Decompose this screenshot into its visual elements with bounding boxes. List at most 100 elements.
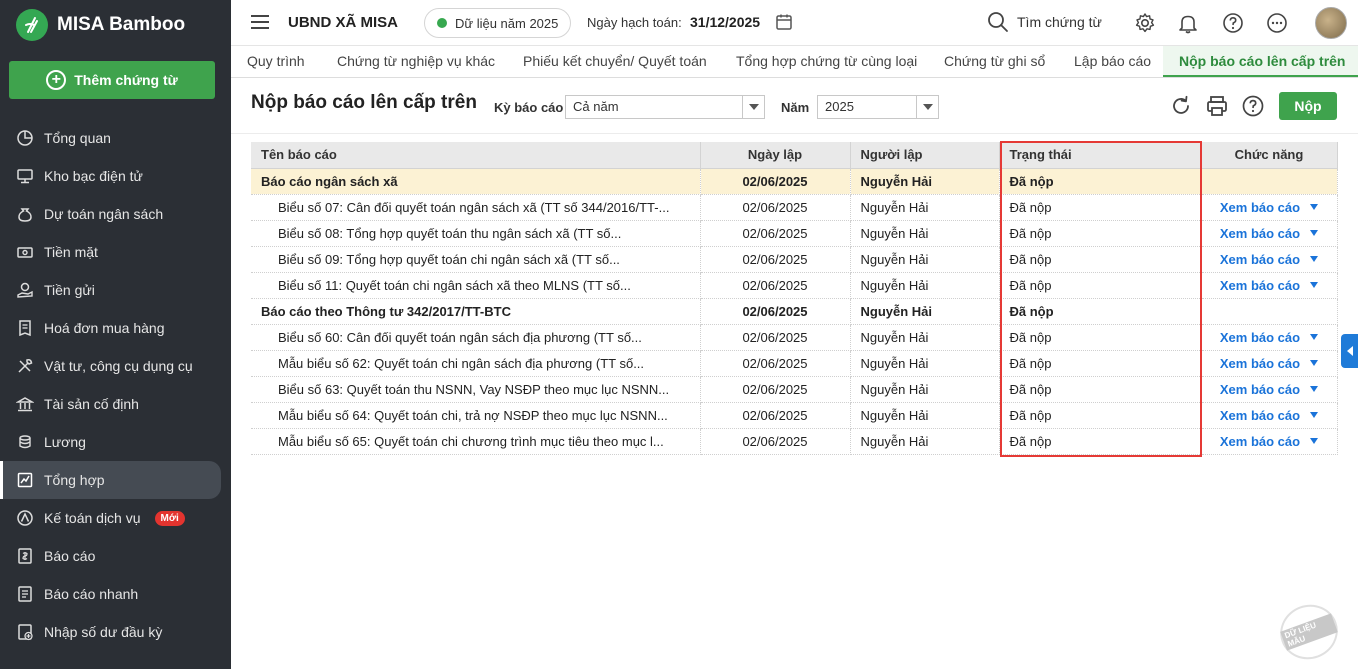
sidebar-item-2[interactable]: Dự toán ngân sách: [0, 195, 231, 233]
service-icon: [17, 510, 33, 526]
chevron-down-icon[interactable]: [1310, 282, 1319, 288]
chevron-down-icon[interactable]: [1310, 334, 1319, 340]
bell-icon[interactable]: [1177, 12, 1199, 34]
organization-name[interactable]: UBND XÃ MISA: [288, 14, 398, 31]
table-row[interactable]: Biểu số 60: Cân đối quyết toán ngân sách…: [251, 324, 1338, 351]
sidebar: MISA Bamboo + Thêm chứng từ Tổng quan Kho…: [0, 0, 231, 669]
tab-0[interactable]: Quy trình: [247, 46, 305, 77]
chevron-down-icon[interactable]: [1310, 412, 1319, 418]
col-header-creator[interactable]: Người lập: [850, 142, 1000, 169]
table-row[interactable]: Mẫu biểu số 64: Quyết toán chi, trả nợ N…: [251, 402, 1338, 429]
tab-5[interactable]: Lập báo cáo: [1074, 46, 1151, 77]
view-report-link[interactable]: Xem báo cáo: [1220, 252, 1319, 267]
table-row[interactable]: Biểu số 08: Tổng hợp quyết toán thu ngân…: [251, 220, 1338, 247]
search-voucher[interactable]: Tìm chứng từ: [987, 11, 1102, 33]
side-panel-toggle[interactable]: [1341, 334, 1358, 368]
sidebar-item-7[interactable]: Tài sản cố định: [0, 385, 231, 423]
created-date: 02/06/2025: [700, 350, 851, 377]
sidebar-item-label: Vật tư, công cụ dụng cụ: [44, 358, 193, 374]
chevron-down-icon[interactable]: [1310, 386, 1319, 392]
table-row[interactable]: Biểu số 11: Quyết toán chi ngân sách xã …: [251, 272, 1338, 299]
view-report-link[interactable]: Xem báo cáo: [1220, 330, 1319, 345]
chevron-down-icon[interactable]: [1310, 360, 1319, 366]
created-date: 02/06/2025: [700, 402, 851, 429]
tab-2[interactable]: Phiếu kết chuyển/ Quyết toán: [523, 46, 707, 77]
sidebar-item-label: Tiền gửi: [44, 282, 95, 298]
menu-icon[interactable]: [251, 15, 269, 29]
sidebar-item-0[interactable]: Tổng quan: [0, 119, 231, 157]
avatar[interactable]: [1315, 7, 1347, 39]
sidebar-item-9[interactable]: Tổng hợp: [0, 461, 221, 499]
chevron-down-icon[interactable]: [916, 96, 938, 118]
chevron-down-icon[interactable]: [1310, 438, 1319, 444]
year-select[interactable]: 2025: [817, 95, 939, 119]
help-icon[interactable]: [1241, 94, 1265, 118]
col-header-status[interactable]: Trạng thái: [999, 142, 1202, 169]
table-row[interactable]: Mẫu biểu số 65: Quyết toán chi chương tr…: [251, 428, 1338, 455]
submit-button[interactable]: Nộp: [1279, 92, 1337, 120]
view-report-link[interactable]: Xem báo cáo: [1220, 382, 1319, 397]
brand[interactable]: MISA Bamboo: [0, 0, 231, 50]
created-date: 02/06/2025: [700, 376, 851, 403]
report-name: Biểu số 11: Quyết toán chi ngân sách xã …: [251, 272, 701, 299]
chevron-down-icon[interactable]: [1310, 256, 1319, 262]
sidebar-item-4[interactable]: Tiền gửi: [0, 271, 231, 309]
view-report-link[interactable]: Xem báo cáo: [1220, 356, 1319, 371]
more-options-icon[interactable]: [1266, 12, 1288, 34]
actions-cell: [1201, 298, 1338, 325]
sidebar-item-8[interactable]: Lương: [0, 423, 231, 461]
view-report-link[interactable]: Xem báo cáo: [1220, 226, 1319, 241]
gear-icon[interactable]: [1134, 12, 1156, 34]
table-row[interactable]: Mẫu biểu số 62: Quyết toán chi ngân sách…: [251, 350, 1338, 377]
tab-4[interactable]: Chứng từ ghi sổ: [944, 46, 1045, 77]
col-header-name[interactable]: Tên báo cáo: [251, 142, 701, 169]
sidebar-item-3[interactable]: Tiền mặt: [0, 233, 231, 271]
created-date: 02/06/2025: [700, 194, 851, 221]
new-badge: Mới: [154, 510, 185, 526]
tab-1[interactable]: Chứng từ nghiệp vụ khác: [337, 46, 495, 77]
sidebar-item-5[interactable]: Hoá đơn mua hàng: [0, 309, 231, 347]
report-icon: [18, 548, 32, 564]
add-voucher-button[interactable]: + Thêm chứng từ: [9, 61, 215, 99]
pie-chart-icon: [17, 130, 33, 146]
table-row[interactable]: Biểu số 07: Cân đối quyết toán ngân sách…: [251, 194, 1338, 221]
page-title: Nộp báo cáo lên cấp trên: [251, 92, 477, 113]
created-date: 02/06/2025: [700, 168, 851, 195]
view-report-link[interactable]: Xem báo cáo: [1220, 434, 1319, 449]
chevron-down-icon[interactable]: [1310, 230, 1319, 236]
actions-cell: Xem báo cáo: [1201, 272, 1338, 299]
chevron-down-icon[interactable]: [742, 96, 764, 118]
view-report-link[interactable]: Xem báo cáo: [1219, 277, 1319, 293]
cash-icon: [17, 247, 33, 258]
period-select[interactable]: Cả năm: [565, 95, 765, 119]
table-row[interactable]: Báo cáo theo Thông tư 342/2017/TT-BTC 02/…: [251, 298, 1338, 325]
table-row[interactable]: Biểu số 09: Tổng hợp quyết toán chi ngân…: [251, 246, 1338, 273]
accounting-date-label: Ngày hạch toán:: [587, 15, 682, 30]
sidebar-item-11[interactable]: Báo cáo: [0, 537, 231, 575]
accounting-date[interactable]: 31/12/2025: [690, 14, 760, 30]
table-header: Tên báo cáo Ngày lập Người lập Trạng thá…: [251, 142, 1338, 169]
data-year-selector[interactable]: Dữ liệu năm 2025: [424, 8, 572, 38]
help-icon[interactable]: [1222, 12, 1244, 34]
view-report-link[interactable]: Xem báo cáo: [1220, 200, 1319, 215]
table-row[interactable]: Biểu số 63: Quyết toán thu NSNN, Vay NSĐ…: [251, 376, 1338, 403]
sidebar-item-6[interactable]: Vật tư, công cụ dụng cụ: [0, 347, 231, 385]
tab-3[interactable]: Tổng hợp chứng từ cùng loại: [736, 46, 917, 77]
table-row[interactable]: Báo cáo ngân sách xã 02/06/2025 Nguyễn Hải…: [251, 168, 1338, 195]
print-icon[interactable]: [1205, 94, 1229, 118]
refresh-icon[interactable]: [1169, 94, 1193, 118]
sidebar-item-10[interactable]: Kế toán dịch vụ Mới: [0, 499, 231, 537]
view-report-link[interactable]: Xem báo cáo: [1220, 408, 1319, 423]
sidebar-item-13[interactable]: Nhập số dư đầu kỳ: [0, 613, 231, 651]
chevron-down-icon[interactable]: [1310, 204, 1319, 210]
calendar-icon[interactable]: [775, 13, 793, 31]
view-report-label: Xem báo cáo: [1219, 277, 1301, 293]
col-header-date[interactable]: Ngày lập: [700, 142, 851, 169]
tab-6[interactable]: Nộp báo cáo lên cấp trên: [1163, 46, 1358, 77]
creator: Nguyễn Hải: [850, 220, 1000, 247]
report-name: Biểu số 60: Cân đối quyết toán ngân sách…: [251, 324, 701, 351]
search-icon: [988, 12, 1008, 32]
sidebar-item-12[interactable]: Báo cáo nhanh: [0, 575, 231, 613]
sidebar-item-1[interactable]: Kho bạc điện tử: [0, 157, 231, 195]
sidebar-item-label: Kế toán dịch vụ: [44, 510, 141, 526]
